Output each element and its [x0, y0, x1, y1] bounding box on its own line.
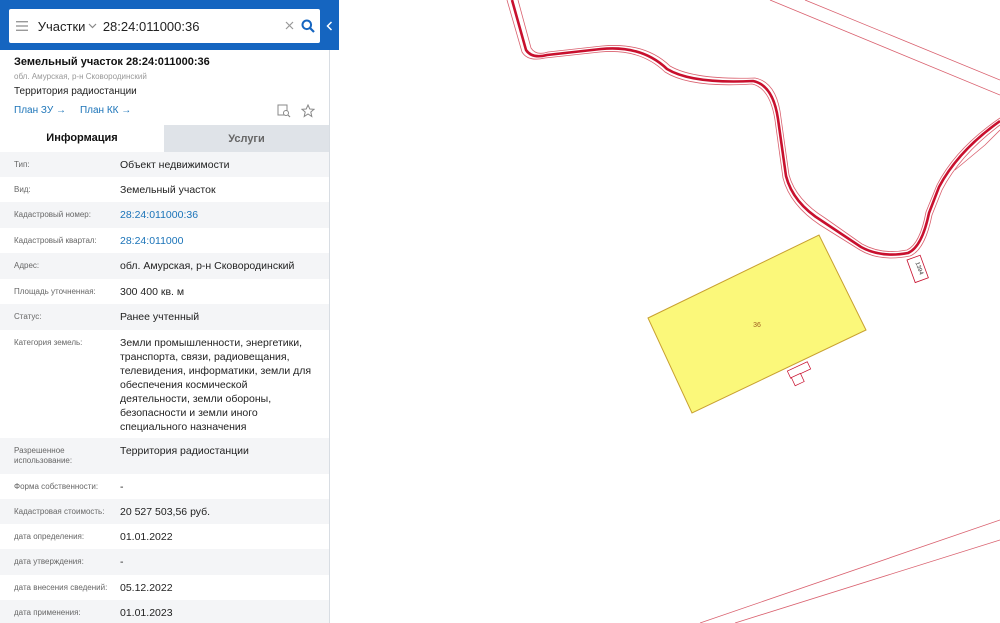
cadastral-number-link[interactable]: 28:24:011000:36	[120, 202, 320, 228]
row-label: Вид:	[14, 185, 31, 194]
table-row: Тип: Объект недвижимости	[0, 152, 329, 177]
boundary-line	[734, 539, 1000, 623]
table-row: Кадастровый номер: 28:24:011000:36	[0, 202, 329, 228]
table-row: дата применения: 01.01.2023	[0, 600, 329, 623]
row-value: 300 400 кв. м	[120, 286, 185, 298]
row-label: Площадь уточненная:	[14, 287, 96, 296]
row-label: дата применения:	[14, 608, 81, 617]
hamburger-icon[interactable]	[9, 9, 36, 43]
row-value: -	[120, 481, 124, 493]
row-value: 20 527 503,56 руб.	[120, 506, 211, 518]
row-value: обл. Амурская, р-н Сковородинский	[120, 260, 295, 272]
panel-collapse-button[interactable]	[320, 9, 339, 43]
table-row: Вид: Земельный участок	[0, 177, 329, 202]
table-row: Кадастровый квартал: 28:24:011000	[0, 228, 329, 253]
boundary-line	[699, 519, 1000, 623]
search-bar: Участки	[0, 0, 339, 50]
chevron-left-icon	[326, 21, 333, 31]
close-icon[interactable]	[283, 17, 296, 35]
search-button[interactable]	[296, 9, 320, 43]
row-value: Земли промышленности, энергетики, трансп…	[120, 337, 312, 433]
plan-links: План ЗУ → План КК →	[14, 105, 319, 116]
table-row: Кадастровая стоимость: 20 527 503,56 руб…	[0, 499, 329, 524]
attribute-table: Тип: Объект недвижимости Вид: Земельный …	[0, 152, 329, 623]
row-label: Категория земель:	[14, 338, 83, 347]
parcel-header: Земельный участок 28:24:011000:36 обл. А…	[14, 56, 319, 118]
table-row: Разрешенное использование: Территория ра…	[0, 438, 329, 474]
chevron-down-icon[interactable]	[85, 20, 98, 32]
road-marker[interactable]: 1394	[906, 254, 929, 284]
zoom-to-object-icon[interactable]	[277, 104, 291, 123]
panel-tabs: Информация Услуги	[0, 125, 329, 152]
road-line	[510, 0, 1000, 256]
row-value: Территория радиостанции	[120, 445, 249, 457]
boundary-line	[804, 0, 1000, 81]
row-label: дата утверждения:	[14, 557, 84, 566]
row-value: -	[120, 556, 124, 568]
search-icon	[301, 19, 315, 33]
cadastral-quarter-link[interactable]: 28:24:011000	[120, 228, 320, 253]
row-label: Тип:	[14, 160, 30, 169]
plan-zu-link[interactable]: План ЗУ →	[14, 105, 66, 116]
row-label: дата определения:	[14, 532, 85, 541]
star-icon[interactable]	[300, 103, 316, 123]
table-row: дата внесения сведений: 05.12.2022	[0, 575, 329, 600]
table-row: Форма собственности: -	[0, 474, 329, 499]
boundary-line	[769, 0, 1000, 96]
parcel-number-label: 36	[753, 322, 761, 329]
row-value: Ранее учтенный	[120, 311, 200, 323]
road-outline	[506, 0, 1000, 259]
row-value: 05.12.2022	[120, 582, 173, 594]
row-label: Адрес:	[14, 261, 40, 270]
table-row: Площадь уточненная: 300 400 кв. м	[0, 279, 329, 304]
tab-information[interactable]: Информация	[0, 125, 164, 152]
search-category-select[interactable]: Участки	[36, 19, 86, 34]
row-value: 01.01.2023	[120, 607, 173, 619]
info-panel: Земельный участок 28:24:011000:36 обл. А…	[0, 0, 330, 623]
row-value: Объект недвижимости	[120, 159, 230, 171]
row-label: Кадастровый квартал:	[14, 236, 97, 245]
header-actions	[277, 103, 316, 123]
parcel-title: Земельный участок 28:24:011000:36	[14, 56, 210, 68]
row-label: Форма собственности:	[14, 482, 99, 491]
parcel-subaddress: обл. Амурская, р-н Сковородинский	[14, 72, 147, 81]
row-label: дата внесения сведений:	[14, 583, 108, 592]
row-label: Статус:	[14, 312, 42, 321]
search-input[interactable]	[98, 18, 283, 34]
table-row: Статус: Ранее учтенный	[0, 304, 329, 330]
row-label: Кадастровая стоимость:	[14, 507, 105, 516]
row-value: 01.01.2022	[120, 531, 173, 543]
row-label: Кадастровый номер:	[14, 210, 91, 219]
row-label: Разрешенное использование:	[14, 446, 73, 465]
search-box: Участки	[9, 9, 320, 43]
table-row: Категория земель: Земли промышленности, …	[0, 330, 329, 438]
parcel-description: Территория радиостанции	[14, 86, 137, 97]
tab-services[interactable]: Услуги	[164, 125, 329, 152]
table-row: Адрес: обл. Амурская, р-н Сковородинский	[0, 253, 329, 279]
table-row: дата утверждения: -	[0, 549, 329, 575]
plan-kk-link[interactable]: План КК →	[80, 105, 131, 116]
row-value: Земельный участок	[120, 184, 216, 196]
table-row: дата определения: 01.01.2022	[0, 524, 329, 549]
